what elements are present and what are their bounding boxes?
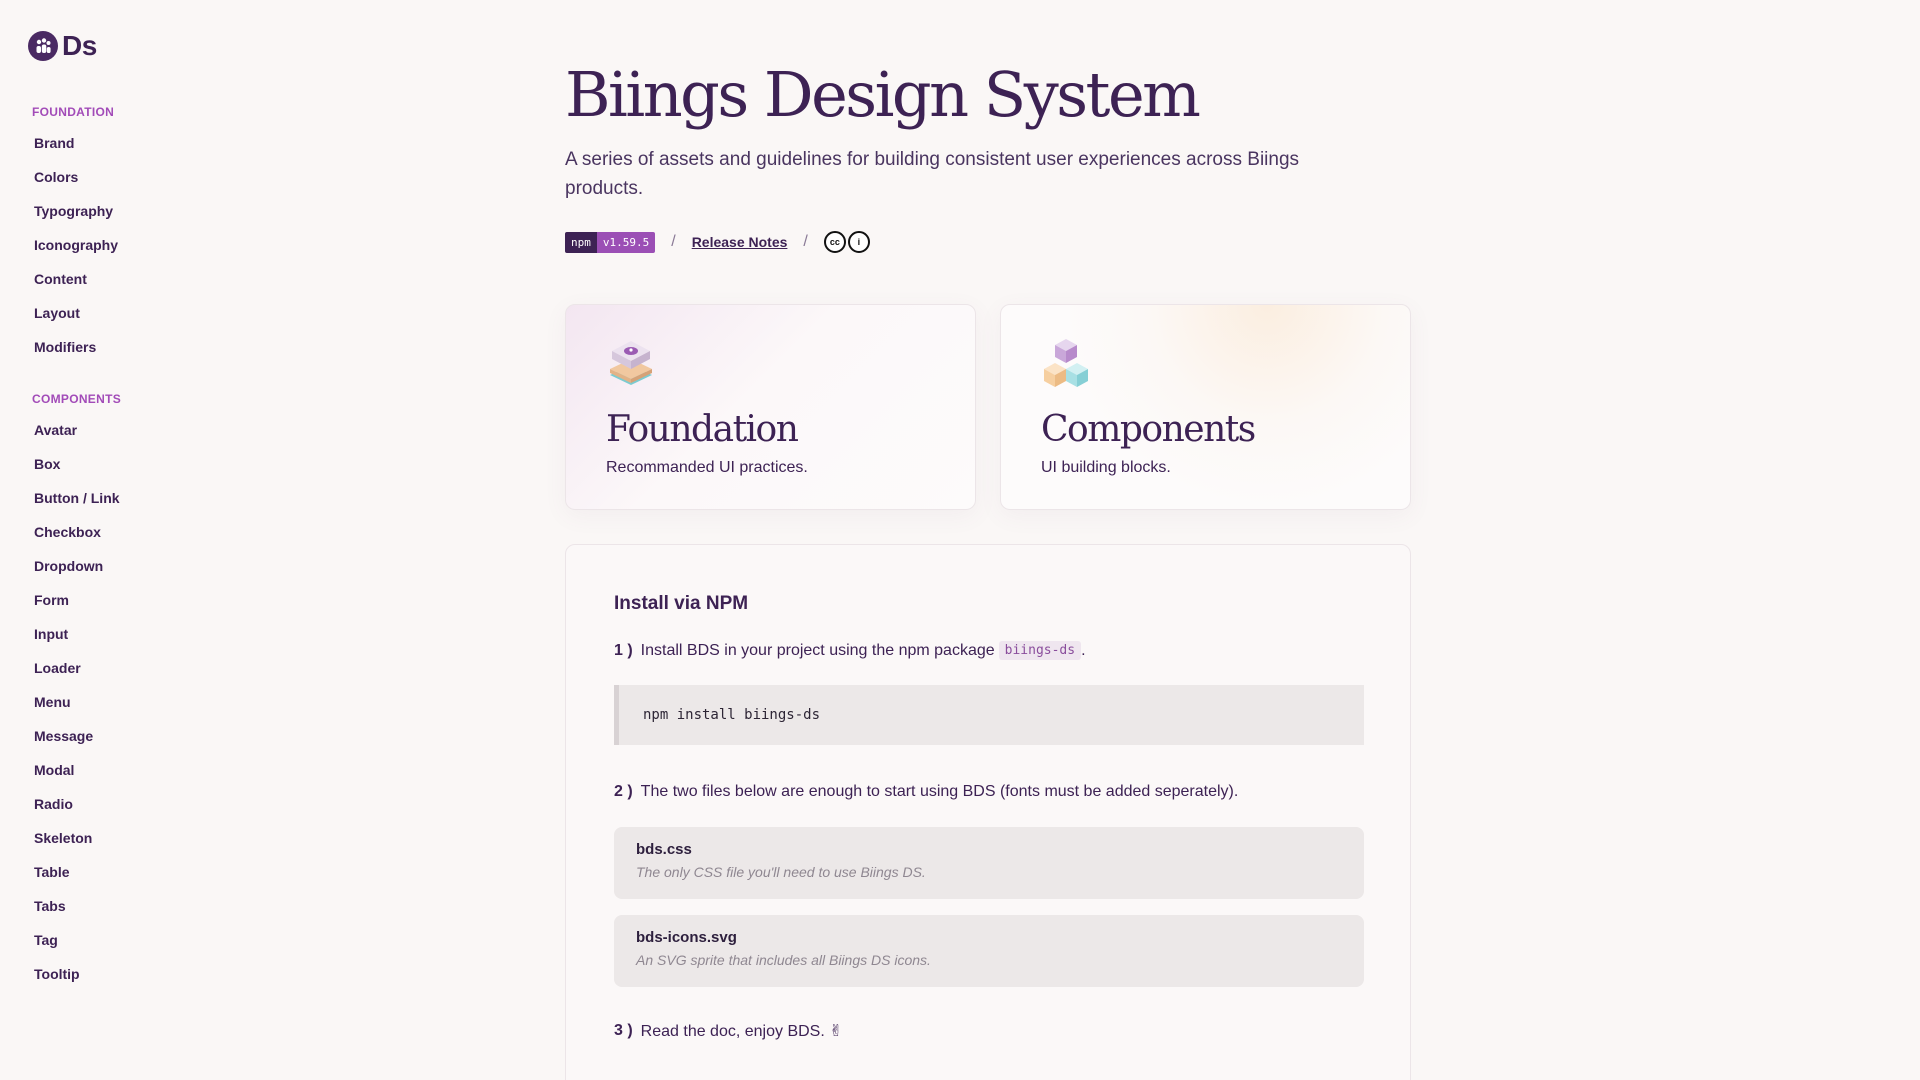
meta-row: npm v1.59.5 / Release Notes / cc i — [565, 231, 870, 253]
foundation-card-title: Foundation — [606, 409, 799, 450]
install-step-1: 1 ) Install BDS in your project using th… — [614, 641, 1086, 660]
sidebar-item-tag[interactable]: Tag — [34, 923, 120, 957]
sidebar: Ds FOUNDATION Brand Colors Typography Ic… — [0, 0, 300, 1080]
file-item-bds-icons[interactable]: bds-icons.svg An SVG sprite that include… — [614, 915, 1364, 987]
components-card-desc: UI building blocks. — [1041, 459, 1171, 476]
creative-commons-icon: cc — [823, 231, 846, 253]
sidebar-item-typography[interactable]: Typography — [34, 194, 118, 228]
install-command-block[interactable]: npm install biings-ds — [614, 685, 1364, 745]
file-item-bds-css[interactable]: bds.css The only CSS file you'll need to… — [614, 827, 1364, 899]
logo-mark-icon — [28, 31, 58, 61]
install-step-3: 3 ) Read the doc, enjoy BDS. ✌ — [614, 1021, 843, 1041]
file-name: bds.css — [636, 841, 692, 858]
separator: / — [803, 233, 808, 250]
sidebar-item-tabs[interactable]: Tabs — [34, 889, 120, 923]
file-desc: The only CSS file you'll need to use Bii… — [636, 864, 926, 880]
sidebar-item-radio[interactable]: Radio — [34, 787, 120, 821]
step-number: 2 ) — [614, 783, 633, 800]
page-title: Biings Design System — [565, 58, 1201, 131]
sidebar-item-tooltip[interactable]: Tooltip — [34, 957, 120, 991]
sidebar-item-content[interactable]: Content — [34, 262, 118, 296]
sidebar-item-box[interactable]: Box — [34, 447, 120, 481]
nav-list-foundation: Brand Colors Typography Iconography Cont… — [34, 126, 118, 364]
nav-section-foundation: FOUNDATION — [32, 105, 115, 119]
foundation-card-desc: Recommanded UI practices. — [606, 459, 808, 476]
components-card[interactable]: Components UI building blocks. — [1000, 304, 1411, 510]
sidebar-item-brand[interactable]: Brand — [34, 126, 118, 160]
npm-badge-label: npm — [565, 231, 597, 253]
install-title: Install via NPM — [614, 593, 749, 614]
sidebar-item-menu[interactable]: Menu — [34, 685, 120, 719]
sidebar-item-button-link[interactable]: Button / Link — [34, 481, 120, 515]
step-number: 3 ) — [614, 1022, 633, 1039]
separator: / — [671, 233, 676, 250]
release-notes-link[interactable]: Release Notes — [692, 234, 788, 250]
sidebar-item-table[interactable]: Table — [34, 855, 120, 889]
sidebar-item-message[interactable]: Message — [34, 719, 120, 753]
sidebar-item-dropdown[interactable]: Dropdown — [34, 549, 120, 583]
sidebar-item-iconography[interactable]: Iconography — [34, 228, 118, 262]
sidebar-item-avatar[interactable]: Avatar — [34, 413, 120, 447]
package-name-code: biings-ds — [998, 641, 1082, 660]
sidebar-item-colors[interactable]: Colors — [34, 160, 118, 194]
nav-section-components: COMPONENTS — [32, 392, 122, 406]
install-panel: Install via NPM 1 ) Install BDS in your … — [565, 544, 1411, 1080]
step-text: Install BDS in your project using the np… — [640, 641, 995, 659]
npm-badge-version: v1.59.5 — [596, 231, 656, 253]
nav-list-components: Avatar Box Button / Link Checkbox Dropdo… — [34, 413, 120, 991]
file-name: bds-icons.svg — [636, 929, 737, 946]
logo[interactable]: Ds — [28, 30, 97, 62]
logo-text: Ds — [62, 30, 97, 61]
page-subtitle: A series of assets and guidelines for bu… — [565, 149, 1300, 199]
npm-version-badge[interactable]: npm v1.59.5 — [565, 231, 656, 253]
sidebar-item-checkbox[interactable]: Checkbox — [34, 515, 120, 549]
sidebar-item-input[interactable]: Input — [34, 617, 120, 651]
attribution-icon: i — [847, 231, 870, 253]
step-number: 1 ) — [614, 641, 633, 659]
sidebar-item-modifiers[interactable]: Modifiers — [34, 330, 118, 364]
foundation-card[interactable]: Foundation Recommanded UI practices. — [565, 304, 976, 510]
foundation-stack-icon — [610, 341, 652, 385]
step-text: The two files below are enough to start … — [640, 783, 1239, 800]
sidebar-item-loader[interactable]: Loader — [34, 651, 120, 685]
sidebar-item-modal[interactable]: Modal — [34, 753, 120, 787]
sidebar-item-form[interactable]: Form — [34, 583, 120, 617]
install-step-2: 2 ) The two files below are enough to st… — [614, 783, 1238, 801]
step-suffix: . — [1081, 641, 1086, 659]
components-cubes-icon — [1044, 339, 1088, 387]
file-desc: An SVG sprite that includes all Biings D… — [636, 952, 931, 968]
license-icons[interactable]: cc i — [823, 231, 870, 253]
sidebar-item-skeleton[interactable]: Skeleton — [34, 821, 120, 855]
components-card-title: Components — [1041, 409, 1256, 450]
sidebar-item-layout[interactable]: Layout — [34, 296, 118, 330]
step-text: Read the doc, enjoy BDS. ✌ — [640, 1023, 843, 1040]
